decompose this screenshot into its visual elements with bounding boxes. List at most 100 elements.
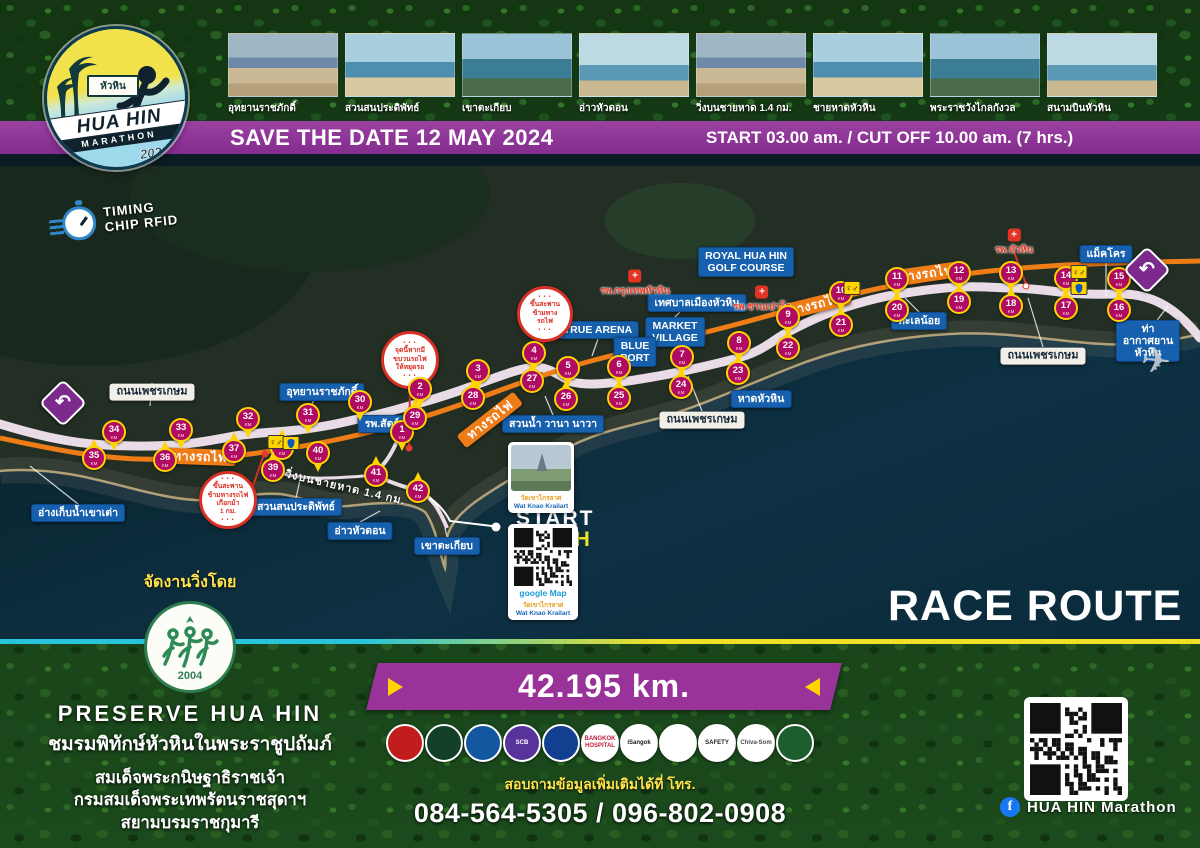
marker-tail [414,472,422,480]
marker-tail [304,426,312,434]
qr-code [514,528,572,586]
sponsor-provincial-seal [425,724,463,762]
thumbnail-photo [345,33,455,97]
facebook-page-name: HUA HIN Marathon [1027,799,1177,816]
qr-code [1030,703,1122,795]
km-marker-24: 24KM [669,375,693,399]
marker-tail [161,441,169,449]
sponsor-municipality-seal [464,724,502,762]
marker-tail [356,413,364,421]
km-marker-25: 25KM [607,386,631,410]
marker-tail [734,354,742,362]
u-turn-arrow-icon: ↶ [48,388,78,418]
marker-tail [955,283,963,291]
preserve-huahin-club-logo: 2004 [144,601,236,693]
marker-tail [398,443,406,451]
wat-name-thai: วัดเขาไกรลาศ [511,493,571,503]
facebook-icon: f [1000,797,1020,817]
thumbnail-caption: สวนสนประดิพัทธ์ [345,101,455,116]
km-marker-7: 7KM [670,345,694,369]
hospital-name: รพ.กรุงเทพหัวหิน [600,284,670,299]
km-marker-40: 40KM [306,441,330,465]
photo-thumbnail-1: อุทยานราชภักดิ์ [228,33,338,116]
marker-tail [677,368,685,376]
km-marker-36: 36KM [153,448,177,472]
logo-huahin-sign: หัวหิน [87,75,139,97]
km-marker-26: 26KM [554,387,578,411]
marker-tail [784,329,792,337]
sponsor-logo-row: SCBBANGKOK HOSPITALiSangokSAFETYChiva-So… [386,724,814,762]
thumbnail-photo [1047,33,1157,97]
photo-thumbnail-3: เขาตะเกียบ [462,33,572,116]
google-map-qr-card: google Map วัดเขาไกรลาศ Wat Knao Krailar… [508,524,578,620]
water-icon [1071,281,1088,295]
marker-tail [893,291,901,299]
marker-tail [230,432,238,440]
marathon-route-poster: หัวหิน HUA HIN MARATHON 2024 อุทยานราชภั… [0,0,1200,848]
sponsor-bangkok-hospital: BANGKOK HOSPITAL [581,724,619,762]
wat-name-english: Wat Knao Krailart [511,503,571,510]
km-marker-5: 5KM [556,356,580,380]
km-marker-32: 32KM [236,407,260,431]
route-warning-callout: ขึ้นสะพาน ข้ามทางรถไฟ เกือกม้า 1 กม. [199,471,257,529]
km-marker-18: 18KM [999,294,1023,318]
label-ao-hua-don: อ่าวหัวดอน [327,522,392,540]
contact-block: สอบถามข้อมูลเพิ่มเติมได้ที่ โทร. 084-564… [380,774,820,829]
marker-tail [110,443,118,451]
thumbnail-caption: ชายหาดหัวหิน [813,101,923,116]
thumbnail-photo [813,33,923,97]
red-cross-icon: + [755,286,768,299]
thumbnail-caption: เขาตะเกียบ [462,101,572,116]
photo-thumbnail-5: วิ่งบนชายหาด 1.4 กม. [696,33,806,116]
sponsor-green-leaf [776,724,814,762]
organizer-block: จัดงานวิ่งโดย 2004 PRESERVE HUA HIN ชมรม… [30,570,350,834]
km-marker-29: 29KM [403,406,427,430]
photo-thumbnail-2: สวนสนประดิพัทธ์ [345,33,455,116]
label-khao-takiab: เขาตะเกียบ [414,537,480,555]
marker-tail [1007,287,1015,295]
km-marker-20: 20KM [885,298,909,322]
photo-thumbnail-4: อ่าวหัวดอน [579,33,689,116]
label-royal-golf-course: ROYAL HUA HIN GOLF COURSE [698,247,794,277]
km-marker-39: 39KM [261,458,285,482]
km-marker-13: 13KM [999,261,1023,285]
water-icon [283,436,300,450]
photo-thumbnail-6: ชายหาดหัวหิน [813,33,923,116]
km-marker-27: 27KM [520,369,544,393]
marker-tail [615,379,623,387]
contact-label: สอบถามข้อมูลเพิ่มเติมได้ที่ โทร. [380,774,820,796]
km-marker-8: 8KM [727,331,751,355]
km-marker-2: 2KM [408,377,432,401]
route-warning-callout: ขึ้นสะพาน ข้ามทาง รถไฟ [517,286,573,342]
distance-value: 42.195 km. [372,663,836,710]
photo-thumbnail-7: พระราชวังไกลกังวล [930,33,1040,116]
thumbnail-photo [696,33,806,97]
photo-thumbnail-8: สนามบินหัวหิน [1047,33,1157,116]
thumbnail-photo [930,33,1040,97]
km-marker-9: 9KM [776,305,800,329]
label-vana-nava: สวนน้ำ วานา นาวา [502,415,604,433]
thumbnail-photo [579,33,689,97]
km-marker-22: 22KM [776,336,800,360]
km-marker-35: 35KM [82,446,106,470]
label-phetkasem-road: ถนนเพชรเกษม [1000,348,1085,365]
marker-tail [177,441,185,449]
thumbnail-photo [228,33,338,97]
u-turn-arrow-icon: ↶ [1132,255,1162,285]
label-khao-tao-reservoir: อ่างเก็บน้ำเขาเต่า [31,504,125,522]
thumbnail-caption: วิ่งบนชายหาด 1.4 กม. [696,101,806,116]
race-route-title: RACE ROUTE [888,582,1182,631]
hospital-marker: +รพ.หัวหิน [995,229,1033,258]
thumbnail-caption: อุทยานราชภักดิ์ [228,101,338,116]
hospital-name: รพ.หัวหิน [995,243,1033,258]
marker-tail [837,306,845,314]
wat-photo [511,445,571,491]
save-date-text: SAVE THE DATE 12 MAY 2024 [230,125,553,151]
label-huahin-beach: หาดหัวหิน [731,390,792,408]
thumbnail-caption: อ่าวหัวดอน [579,101,689,116]
marker-tail [1115,291,1123,299]
google-map-label: google Map [511,588,575,598]
wat-name-thai: วัดเขาไกรลาศ [511,600,575,610]
km-marker-21: 21KM [829,313,853,337]
km-marker-6: 6KM [607,355,631,379]
